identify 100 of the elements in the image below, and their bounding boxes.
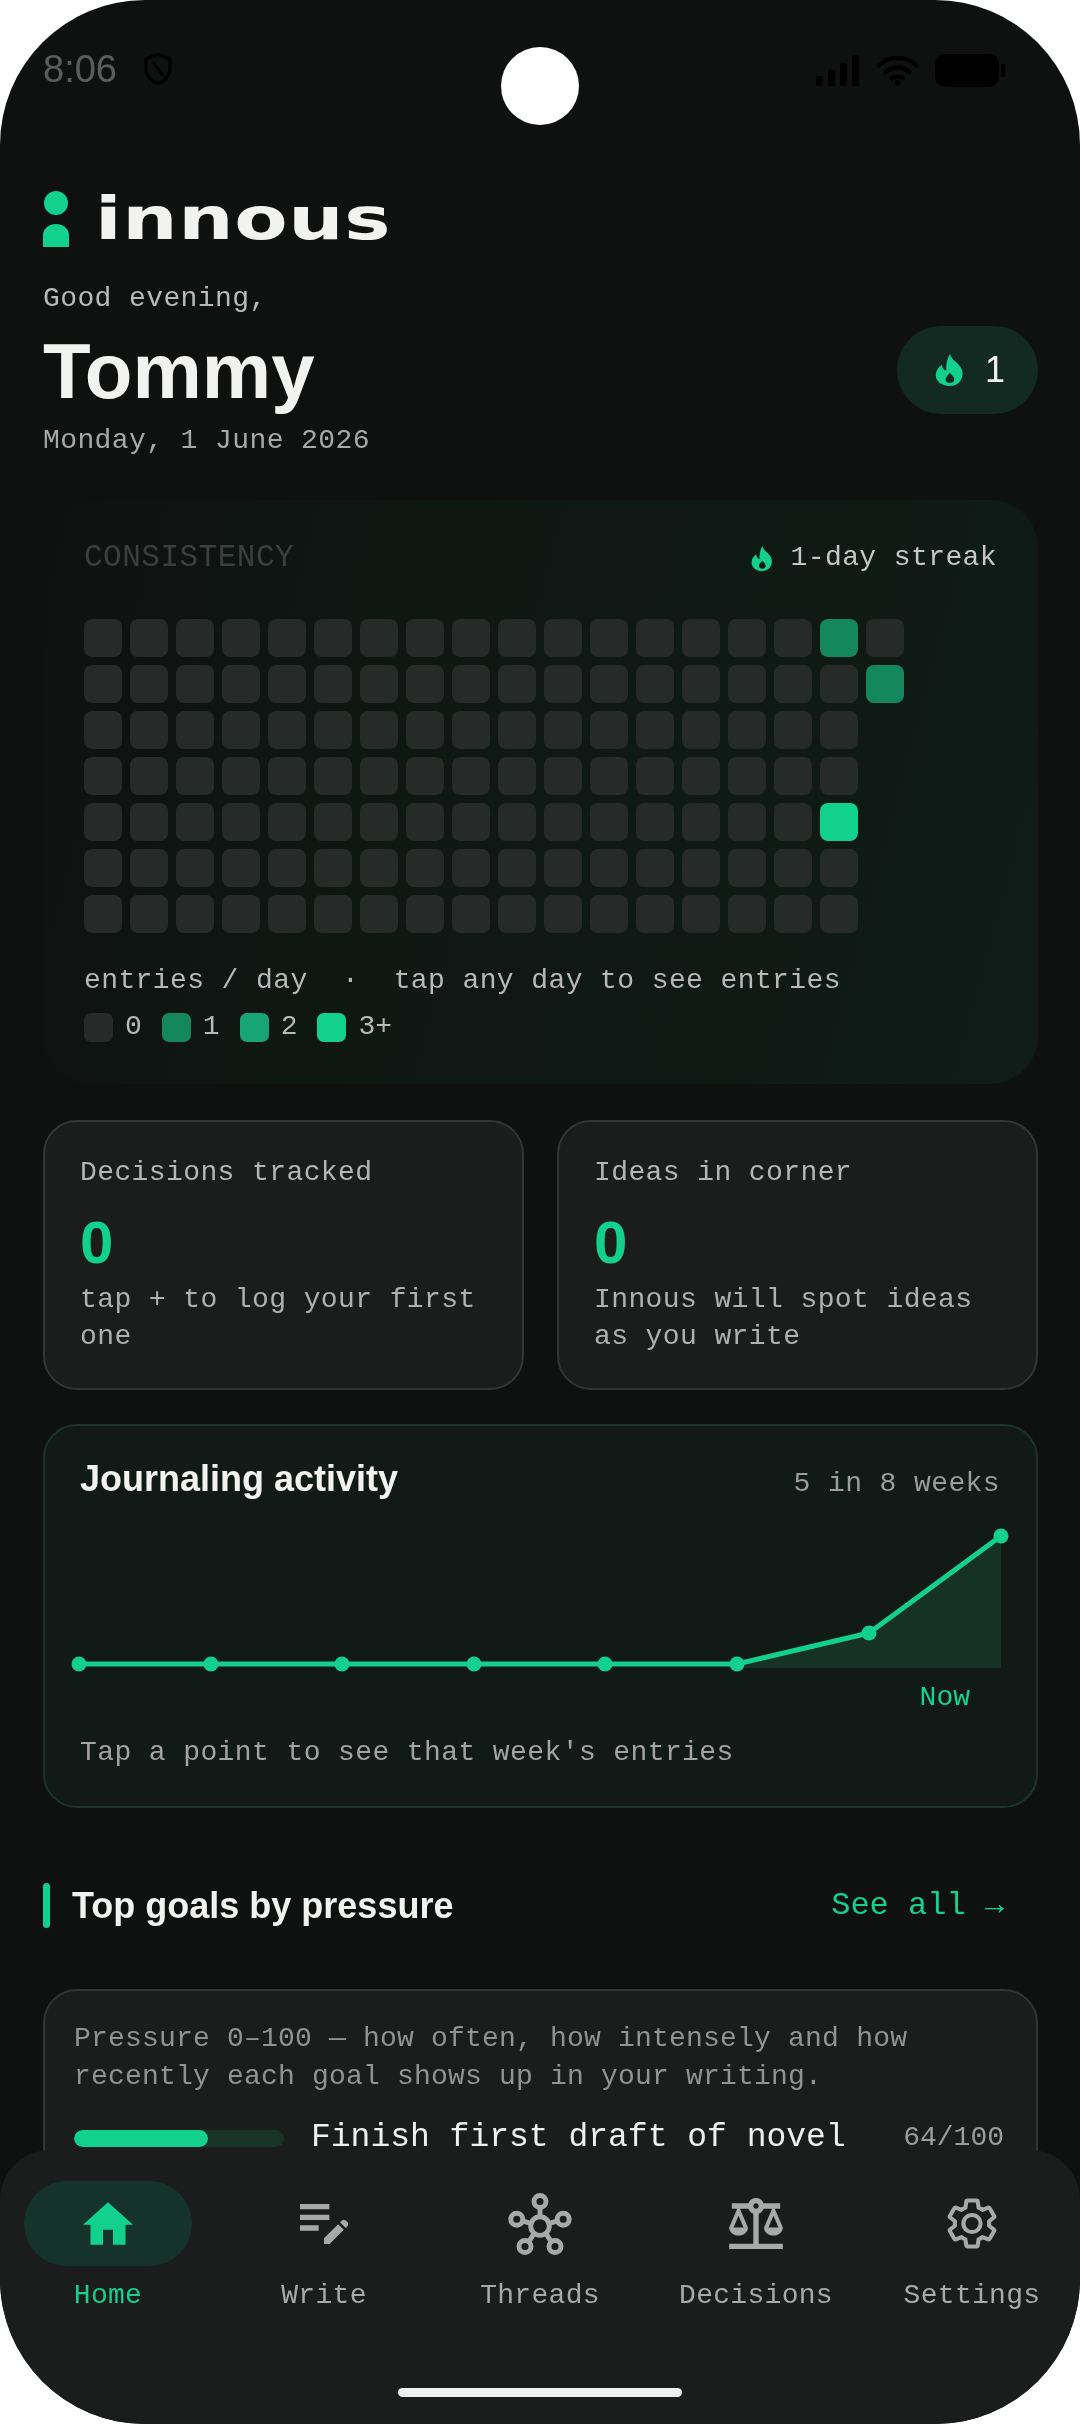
heatmap-cell[interactable]: [636, 895, 674, 933]
heatmap-cell[interactable]: [268, 619, 306, 657]
heatmap-cell[interactable]: [452, 895, 490, 933]
heatmap-cell[interactable]: [636, 665, 674, 703]
heatmap-cell[interactable]: [498, 711, 536, 749]
heatmap-cell[interactable]: [682, 711, 720, 749]
heatmap-cell[interactable]: [314, 665, 352, 703]
chart-point[interactable]: [729, 1656, 745, 1672]
heatmap-cell[interactable]: [314, 849, 352, 887]
heatmap-cell[interactable]: [222, 665, 260, 703]
heatmap-cell[interactable]: [314, 619, 352, 657]
heatmap-cell[interactable]: [84, 665, 122, 703]
heatmap-cell[interactable]: [452, 849, 490, 887]
heatmap-cell[interactable]: [498, 895, 536, 933]
heatmap-cell[interactable]: [590, 803, 628, 841]
heatmap-cell[interactable]: [544, 895, 582, 933]
heatmap-cell[interactable]: [84, 757, 122, 795]
heatmap-cell[interactable]: [84, 619, 122, 657]
heatmap-cell[interactable]: [544, 711, 582, 749]
heatmap-cell[interactable]: [866, 619, 904, 657]
heatmap-cell[interactable]: [498, 757, 536, 795]
heatmap-cell[interactable]: [544, 757, 582, 795]
chart-point[interactable]: [597, 1656, 613, 1672]
heatmap-cell[interactable]: [544, 619, 582, 657]
heatmap-cell[interactable]: [406, 757, 444, 795]
chart-point[interactable]: [466, 1656, 482, 1672]
heatmap-cell[interactable]: [268, 803, 306, 841]
heatmap-cell[interactable]: [84, 849, 122, 887]
heatmap-cell[interactable]: [222, 849, 260, 887]
heatmap-cell[interactable]: [176, 757, 214, 795]
heatmap-cell[interactable]: [498, 619, 536, 657]
heatmap-cell[interactable]: [498, 665, 536, 703]
heatmap-cell[interactable]: [130, 619, 168, 657]
heatmap-cell[interactable]: [268, 895, 306, 933]
heatmap-cell[interactable]: [176, 803, 214, 841]
heatmap-cell[interactable]: [314, 803, 352, 841]
heatmap-cell[interactable]: [774, 757, 812, 795]
heatmap-cell[interactable]: [498, 849, 536, 887]
heatmap-cell[interactable]: [682, 619, 720, 657]
heatmap-cell[interactable]: [176, 849, 214, 887]
heatmap-cell[interactable]: [222, 803, 260, 841]
heatmap-cell[interactable]: [544, 849, 582, 887]
heatmap-cell[interactable]: [84, 711, 122, 749]
heatmap-cell[interactable]: [268, 711, 306, 749]
heatmap-cell[interactable]: [222, 895, 260, 933]
heatmap-cell[interactable]: [84, 803, 122, 841]
heatmap-cell[interactable]: [176, 895, 214, 933]
chart-point[interactable]: [993, 1528, 1009, 1544]
heatmap-cell[interactable]: [360, 895, 398, 933]
heatmap-cell[interactable]: [360, 757, 398, 795]
heatmap-cell[interactable]: [222, 757, 260, 795]
heatmap-cell[interactable]: [176, 665, 214, 703]
heatmap-cell[interactable]: [268, 849, 306, 887]
heatmap-cell[interactable]: [130, 711, 168, 749]
heatmap-cell[interactable]: [268, 665, 306, 703]
heatmap-cell[interactable]: [452, 665, 490, 703]
heatmap-cell[interactable]: [590, 665, 628, 703]
see-all-link[interactable]: See all →: [831, 1885, 1004, 1926]
heatmap-cell[interactable]: [636, 849, 674, 887]
heatmap-cell[interactable]: [590, 757, 628, 795]
heatmap-cell[interactable]: [222, 619, 260, 657]
heatmap-cell[interactable]: [314, 757, 352, 795]
heatmap-cell[interactable]: [820, 849, 858, 887]
nav-tab[interactable]: Threads: [432, 2181, 648, 2313]
chart-point[interactable]: [203, 1656, 219, 1672]
heatmap-cell[interactable]: [176, 619, 214, 657]
heatmap-cell[interactable]: [452, 619, 490, 657]
heatmap-cell[interactable]: [774, 803, 812, 841]
nav-tab[interactable]: Decisions: [648, 2181, 864, 2313]
heatmap-cell[interactable]: [636, 757, 674, 795]
heatmap-cell[interactable]: [130, 665, 168, 703]
nav-tab[interactable]: Home: [0, 2181, 216, 2313]
heatmap-cell[interactable]: [590, 711, 628, 749]
heatmap-cell[interactable]: [314, 895, 352, 933]
heatmap-cell[interactable]: [820, 757, 858, 795]
heatmap-cell[interactable]: [774, 619, 812, 657]
heatmap-cell[interactable]: [682, 803, 720, 841]
heatmap-cell[interactable]: [406, 711, 444, 749]
heatmap-cell[interactable]: [406, 619, 444, 657]
heatmap-cell[interactable]: [774, 665, 812, 703]
heatmap-cell[interactable]: [360, 619, 398, 657]
heatmap-cell[interactable]: [176, 711, 214, 749]
heatmap-cell[interactable]: [820, 711, 858, 749]
heatmap-cell[interactable]: [130, 803, 168, 841]
heatmap-cell[interactable]: [406, 803, 444, 841]
heatmap-cell[interactable]: [268, 757, 306, 795]
heatmap-cell[interactable]: [682, 665, 720, 703]
heatmap-cell[interactable]: [820, 803, 858, 841]
heatmap-cell[interactable]: [636, 711, 674, 749]
heatmap-cell[interactable]: [820, 619, 858, 657]
heatmap-cell[interactable]: [130, 895, 168, 933]
heatmap-cell[interactable]: [590, 619, 628, 657]
heatmap-cell[interactable]: [774, 895, 812, 933]
heatmap-cell[interactable]: [130, 849, 168, 887]
heatmap-cell[interactable]: [452, 711, 490, 749]
heatmap-cell[interactable]: [820, 895, 858, 933]
heatmap-cell[interactable]: [406, 895, 444, 933]
heatmap-cell[interactable]: [314, 711, 352, 749]
heatmap-cell[interactable]: [866, 665, 904, 703]
chart-point[interactable]: [334, 1656, 350, 1672]
